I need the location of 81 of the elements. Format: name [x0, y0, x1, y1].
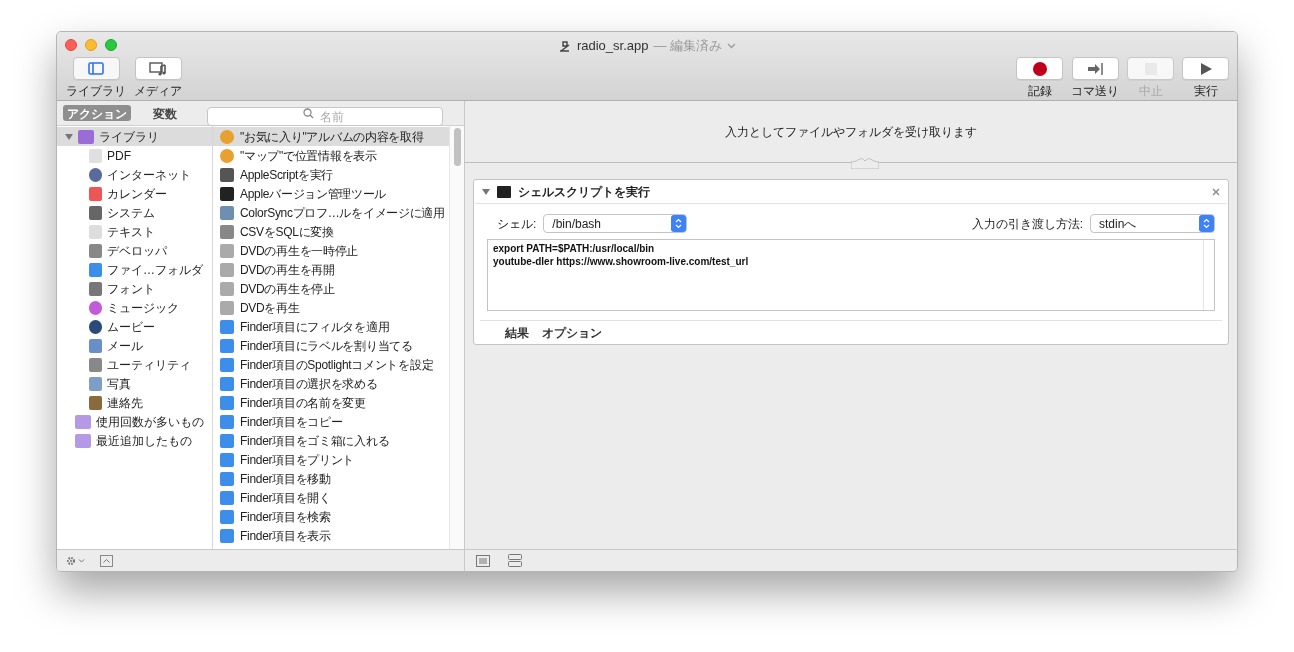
action-item[interactable]: ColorSyncプロフ…ルをイメージに適用: [213, 203, 449, 222]
action-item[interactable]: CSVをSQLに変換: [213, 222, 449, 241]
action-item[interactable]: Finder項目をプリント: [213, 450, 449, 469]
media-toolbar-button[interactable]: [134, 57, 182, 80]
window-subtitle: — 編集済み: [653, 37, 723, 55]
category-item[interactable]: 連絡先: [57, 393, 212, 412]
window-title: radio_sr.app: [576, 37, 649, 55]
action-item[interactable]: Finder項目のSpotlightコメントを設定: [213, 355, 449, 374]
action-title: シェルスクリプトを実行: [518, 183, 651, 201]
search-field[interactable]: 名前: [207, 107, 443, 126]
run-toolbar-button[interactable]: [1182, 57, 1229, 80]
media-icon: [147, 59, 169, 78]
gear-menu-icon[interactable]: [66, 555, 86, 566]
options-tab[interactable]: 結果: [505, 323, 529, 342]
close-icon[interactable]: [1212, 187, 1220, 196]
category-item[interactable]: カレンダー: [57, 184, 212, 203]
options-tab[interactable]: オプション: [542, 323, 602, 342]
code-line: export PATH=$PATH:/usr/local/bin: [493, 242, 656, 255]
step-toolbar-button[interactable]: [1071, 57, 1119, 80]
pass-input-label: 入力の引き渡し方法:: [971, 215, 1083, 233]
action-item[interactable]: Finder項目をコピー: [213, 412, 449, 431]
category-item[interactable]: フォント: [57, 279, 212, 298]
category-item[interactable]: ファイ…フォルダ: [57, 260, 212, 279]
category-item[interactable]: システム: [57, 203, 212, 222]
action-item[interactable]: Finder項目を移動: [213, 469, 449, 488]
category-item[interactable]: 最近追加したもの: [57, 431, 212, 450]
chevron-icon: [727, 42, 737, 49]
toolbar-label: 記録: [1027, 83, 1052, 100]
zoom-button[interactable]: [105, 39, 117, 51]
code-line: youtube-dler https://www.showroom-live.com/test_url: [493, 255, 750, 268]
action-item[interactable]: DVDの再生を再開: [213, 260, 449, 279]
popup-menu[interactable]: stdinへ: [1090, 214, 1215, 233]
action-item[interactable]: AppleScriptを実行: [213, 165, 449, 184]
segment-tab[interactable]: 変数: [131, 105, 199, 121]
stepper-arrows-icon: [1199, 215, 1214, 232]
shell-label: シェル:: [497, 215, 537, 233]
action-item[interactable]: Finder項目の選択を求める: [213, 374, 449, 393]
action-item[interactable]: "お気に入り"アルバムの内容を取得: [213, 127, 449, 146]
action-item[interactable]: Finder項目を表示: [213, 526, 449, 545]
stepper-arrows-icon: [671, 215, 687, 232]
collapse-panel-icon[interactable]: [100, 554, 113, 567]
action-item[interactable]: DVDの再生を一時停止: [213, 241, 449, 260]
category-item[interactable]: ミュージック: [57, 298, 212, 317]
action-item[interactable]: Appleバージョン管理ツール: [213, 184, 449, 203]
category-item[interactable]: メール: [57, 336, 212, 355]
action-item[interactable]: Finder項目にラベルを割り当てる: [213, 336, 449, 355]
search-icon: [303, 107, 314, 119]
category-item[interactable]: PDF: [57, 146, 212, 165]
category-item[interactable]: ライブラリ: [57, 127, 212, 146]
action-item[interactable]: Finder項目の名前を変更: [213, 393, 449, 412]
sidebar-icon: [85, 59, 107, 78]
action-item[interactable]: DVDを再生: [213, 298, 449, 317]
category-item[interactable]: インターネット: [57, 165, 212, 184]
toolbar-label: コマ送り: [1071, 83, 1119, 100]
disclosure-triangle-icon[interactable]: [482, 187, 490, 196]
category-item[interactable]: ムービー: [57, 317, 212, 336]
disclosure-triangle-icon[interactable]: [65, 132, 73, 141]
action-item[interactable]: DVDの再生を停止: [213, 279, 449, 298]
popup-menu[interactable]: /bin/bash: [543, 214, 688, 233]
category-item[interactable]: 写真: [57, 374, 212, 393]
category-item[interactable]: テキスト: [57, 222, 212, 241]
action-item[interactable]: Finder項目を開く: [213, 488, 449, 507]
input-note: 入力としてファイルやフォルダを受け取ります: [725, 123, 977, 141]
action-item[interactable]: Finder項目をゴミ箱に入れる: [213, 431, 449, 450]
category-item[interactable]: 使用回数が多いもの: [57, 412, 212, 431]
script-editor[interactable]: export PATH=$PATH:/usr/local/bin youtube-dler https://www.showroom-live.com/test_url: [487, 239, 1215, 311]
scrollbar[interactable]: [449, 126, 464, 549]
flow-view-icon[interactable]: [508, 554, 522, 567]
toolbar-label: ライブラリ: [66, 83, 126, 100]
close-button[interactable]: [65, 39, 77, 51]
minimize-button[interactable]: [85, 39, 97, 51]
category-item[interactable]: ユーティリティ: [57, 355, 212, 374]
action-item[interactable]: "マップ"で位置情報を表示: [213, 146, 449, 165]
list-view-icon[interactable]: [476, 554, 490, 567]
library-toolbar-button[interactable]: [72, 57, 120, 80]
action-item[interactable]: Finder項目を検索: [213, 507, 449, 526]
toolbar-label: メディア: [134, 83, 182, 100]
record-toolbar-button[interactable]: [1016, 57, 1063, 80]
toolbar-label: 実行: [1193, 83, 1218, 100]
action-item[interactable]: Finder項目にフィルタを適用: [213, 317, 449, 336]
category-item[interactable]: デベロッパ: [57, 241, 212, 260]
